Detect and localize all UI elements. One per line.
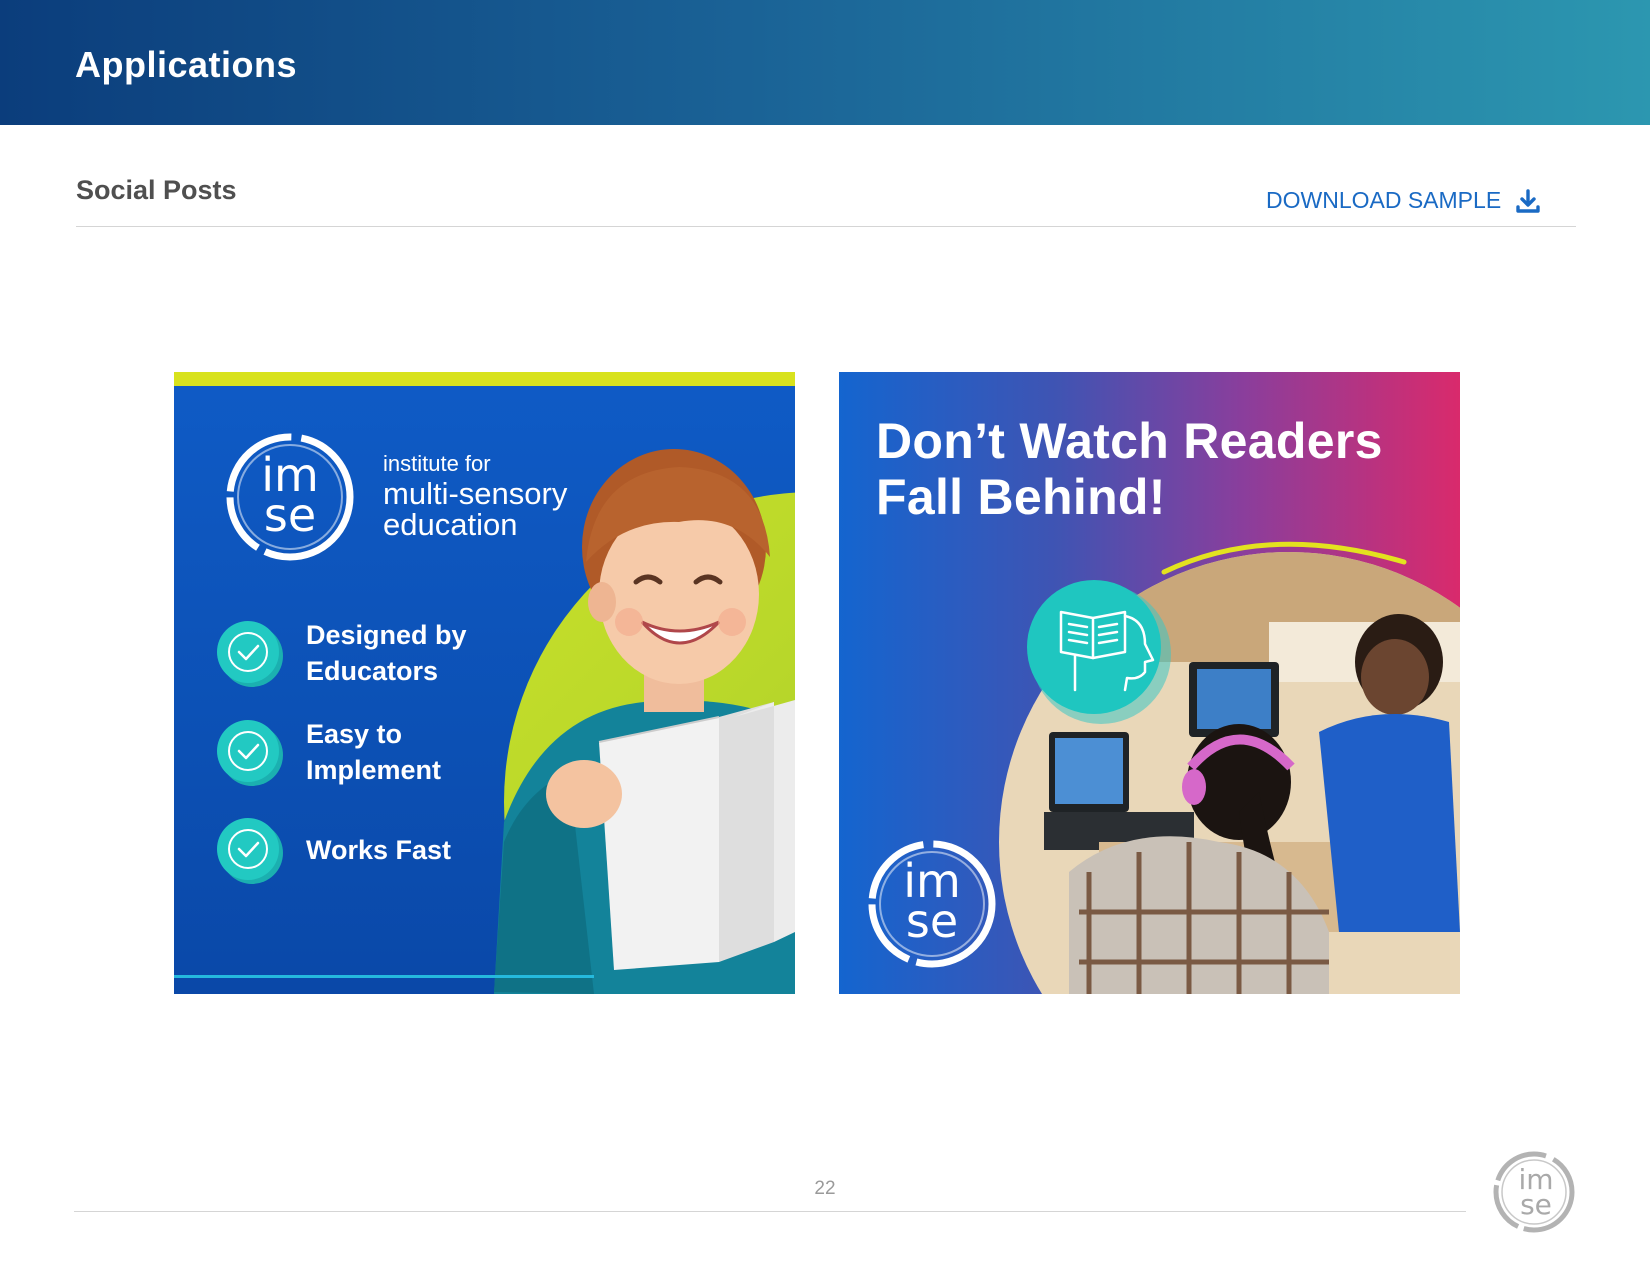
feature-text-line: Easy to (306, 719, 403, 749)
tagline-line-3: education (383, 507, 518, 542)
post2-headline: Don’t Watch Readers Fall Behind! (876, 413, 1383, 525)
imse-logo: im se (226, 433, 354, 561)
headline-line-1: Don’t Watch Readers (876, 413, 1383, 469)
section-divider (76, 226, 1576, 227)
feature-text-line: Educators (306, 656, 439, 686)
feature-item: Works Fast (214, 815, 451, 885)
imse-footer-logo: im se (1493, 1151, 1575, 1233)
page-title: Applications (75, 44, 298, 85)
feature-item: Easy to Implement (214, 716, 441, 788)
tagline-line-1: institute for (383, 451, 491, 476)
check-circle-icon (217, 621, 283, 687)
feature-text-line: Works Fast (306, 835, 452, 865)
download-icon (1516, 188, 1540, 213)
logo-text-se: se (1520, 1188, 1552, 1221)
post1-bottom-accent-line (174, 975, 594, 978)
logo-tagline: institute for multi-sensory education (383, 451, 568, 542)
logo-text-se: se (906, 894, 958, 948)
page-header: Applications (0, 0, 1650, 125)
page-number: 22 (814, 1178, 836, 1199)
tagline-line-2: multi-sensory (383, 476, 568, 511)
section-title: Social Posts (76, 175, 237, 205)
feature-text-line: Implement (306, 755, 442, 785)
feature-item: Designed by Educators (214, 617, 467, 689)
feature-text-line: Designed by (306, 620, 467, 650)
check-circle-icon (217, 818, 283, 884)
download-sample-label: DOWNLOAD SAMPLE (1266, 187, 1502, 213)
footer-divider (74, 1211, 1466, 1212)
social-post-2: im se Don’t Watch Readers Fall Behind! (839, 372, 1460, 994)
social-post-1: im se institute for multi-sensory educat… (174, 372, 795, 994)
check-circle-icon (217, 720, 283, 786)
logo-text-se: se (264, 488, 316, 542)
headline-line-2: Fall Behind! (876, 469, 1166, 525)
download-sample-link[interactable]: DOWNLOAD SAMPLE (1266, 187, 1541, 214)
